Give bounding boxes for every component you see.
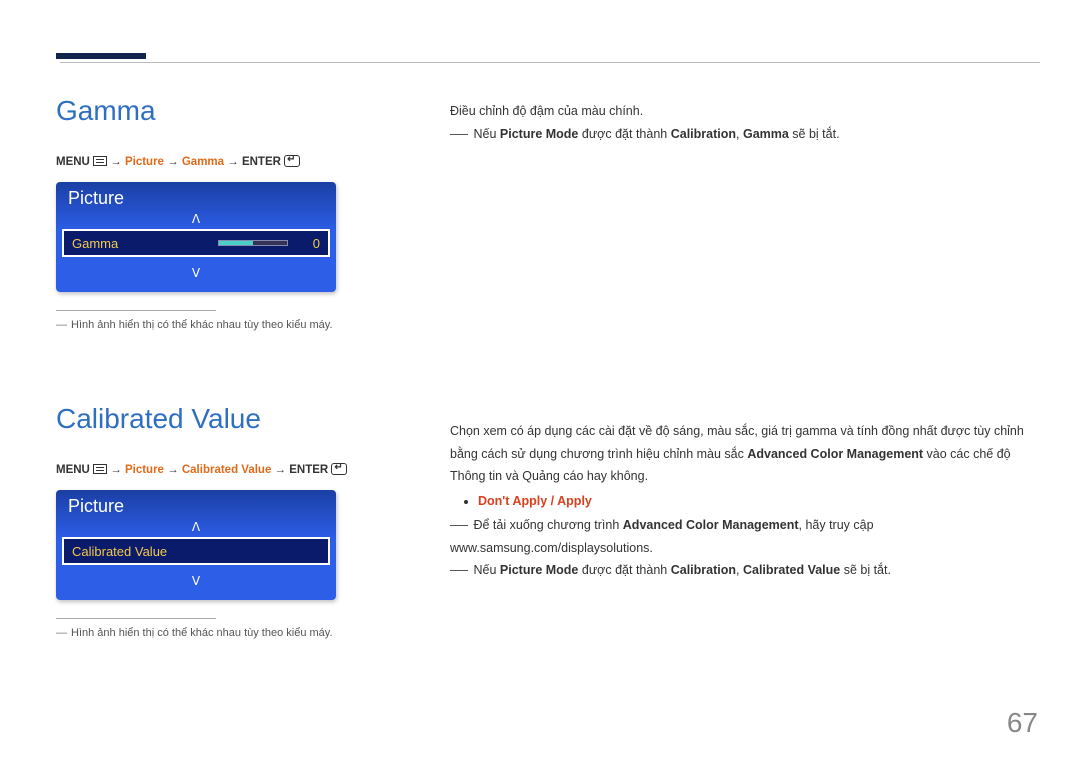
breadcrumb-calibrated: MENU → Picture → Calibrated Value → ENTE… — [56, 463, 416, 476]
note-disabled: Nếu Picture Mode được đặt thành Calibrat… — [450, 559, 1040, 582]
t: , — [736, 127, 743, 141]
bc-menu: MENU — [56, 156, 90, 168]
t: , — [736, 563, 743, 577]
opt-dont-apply: Don't Apply — [478, 494, 547, 508]
t: Calibration — [671, 127, 736, 141]
left-column: Gamma MENU → Picture → Gamma → ENTER Pic… — [56, 95, 416, 639]
bc-picture: Picture — [125, 156, 164, 168]
header-rule — [60, 62, 1040, 63]
t: Advanced Color Management — [623, 518, 799, 532]
page: Gamma MENU → Picture → Gamma → ENTER Pic… — [0, 0, 1080, 763]
t: Để tải xuống chương trình — [473, 518, 622, 532]
osd-row-calibrated[interactable]: Calibrated Value — [62, 537, 330, 565]
t: / — [547, 494, 557, 508]
t: Calibrated Value — [743, 563, 840, 577]
section-title-calibrated: Calibrated Value — [56, 403, 416, 435]
note-dash-icon — [450, 134, 468, 135]
t: Calibration — [671, 563, 736, 577]
options-list: Don't Apply / Apply — [450, 490, 1040, 513]
page-number: 67 — [1007, 707, 1038, 739]
t: được đặt thành — [578, 563, 670, 577]
bc-menu: MENU — [56, 464, 90, 476]
t: Advanced Color Management — [747, 447, 923, 461]
footnote-calibrated: ―Hình ảnh hiển thị có thể khác nhau tùy … — [56, 627, 416, 639]
bc-enter: ENTER — [289, 464, 328, 476]
right-column-gamma: Điều chỉnh độ đậm của màu chính. Nếu Pic… — [450, 100, 1035, 145]
footnote-rule — [56, 310, 216, 311]
desc-calibrated: Chọn xem có áp dụng các cài đặt về độ sá… — [450, 420, 1040, 488]
t: được đặt thành — [578, 127, 670, 141]
chevron-down-icon[interactable]: ᐯ — [56, 569, 336, 587]
t: Nếu — [473, 127, 499, 141]
t: sẽ bị tắt. — [789, 127, 840, 141]
breadcrumb-gamma: MENU → Picture → Gamma → ENTER — [56, 155, 416, 168]
enter-icon — [331, 463, 347, 475]
t: Picture Mode — [500, 563, 579, 577]
osd-item-value: 0 — [300, 236, 320, 251]
option-item: Don't Apply / Apply — [478, 490, 1040, 513]
osd-header: Picture — [56, 490, 336, 521]
header-accent — [56, 53, 146, 59]
right-column-calibrated: Chọn xem có áp dụng các cài đặt về độ sá… — [450, 420, 1040, 582]
section-calibrated: Calibrated Value MENU → Picture → Calibr… — [56, 403, 416, 639]
section-title-gamma: Gamma — [56, 95, 416, 127]
enter-icon — [284, 155, 300, 167]
note-gamma: Nếu Picture Mode được đặt thành Calibrat… — [450, 123, 1035, 146]
osd-header: Picture — [56, 182, 336, 213]
t: Nếu — [473, 563, 499, 577]
note-download: Để tải xuống chương trình Advanced Color… — [450, 514, 1040, 559]
t: Gamma — [743, 127, 789, 141]
bc-calibrated: Calibrated Value — [182, 464, 271, 476]
osd-item-label: Calibrated Value — [72, 544, 320, 559]
footnote-text: Hình ảnh hiển thị có thể khác nhau tùy t… — [71, 627, 333, 639]
footnote-rule — [56, 618, 216, 619]
osd-item-label: Gamma — [72, 236, 218, 251]
footnote-text: Hình ảnh hiển thị có thể khác nhau tùy t… — [71, 319, 333, 331]
menu-icon — [93, 464, 107, 474]
osd-row-gamma[interactable]: Gamma 0 — [62, 229, 330, 257]
bc-enter: ENTER — [242, 156, 281, 168]
footnote-gamma: ―Hình ảnh hiển thị có thể khác nhau tùy … — [56, 319, 416, 331]
osd-panel-gamma: Picture ᐱ Gamma 0 ᐯ — [56, 182, 336, 292]
note-dash-icon — [450, 525, 468, 526]
menu-icon — [93, 156, 107, 166]
osd-panel-calibrated: Picture ᐱ Calibrated Value ᐯ — [56, 490, 336, 600]
osd-slider-fill — [219, 241, 253, 245]
chevron-down-icon[interactable]: ᐯ — [56, 261, 336, 279]
bc-gamma: Gamma — [182, 156, 224, 168]
osd-slider[interactable] — [218, 240, 288, 246]
bc-picture: Picture — [125, 464, 164, 476]
t: Picture Mode — [500, 127, 579, 141]
opt-apply: Apply — [557, 494, 592, 508]
note-dash-icon — [450, 570, 468, 571]
desc-gamma: Điều chỉnh độ đậm của màu chính. — [450, 100, 1035, 123]
t: sẽ bị tắt. — [840, 563, 891, 577]
chevron-up-icon[interactable]: ᐱ — [56, 213, 336, 225]
chevron-up-icon[interactable]: ᐱ — [56, 521, 336, 533]
